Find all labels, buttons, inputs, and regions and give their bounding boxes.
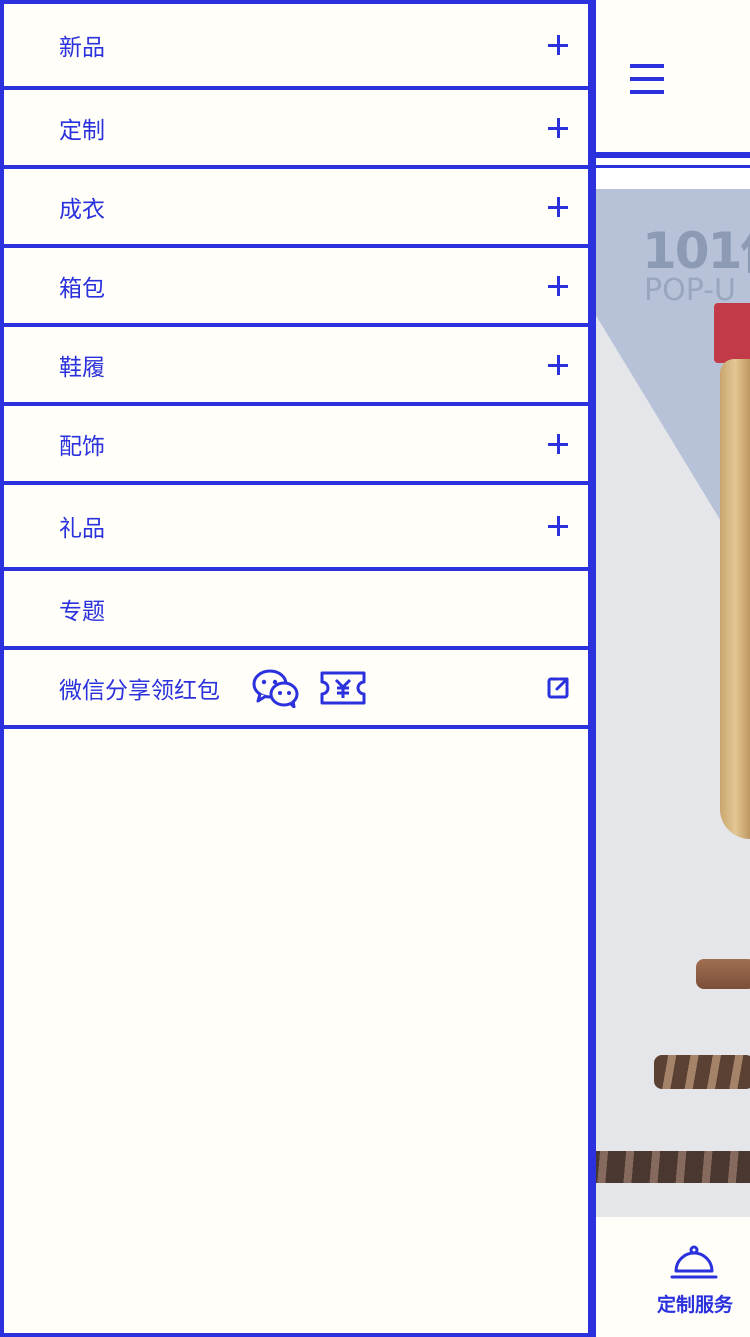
bottom-bar: 定制服务 bbox=[592, 1217, 750, 1337]
menu-item-features[interactable]: 专题 bbox=[4, 571, 588, 650]
cloche-icon bbox=[670, 1245, 718, 1279]
menu-item-label: 新品 bbox=[59, 35, 105, 61]
menu-item-label: 定制 bbox=[59, 117, 105, 144]
menu-item-accessories[interactable]: 配饰 bbox=[4, 406, 588, 485]
red-packet-icon bbox=[320, 671, 366, 704]
wechat-icon bbox=[252, 669, 299, 708]
external-link-icon[interactable] bbox=[546, 676, 570, 700]
menu-item-label: 微信分享领红包 bbox=[59, 677, 220, 704]
menu-item-label: 箱包 bbox=[59, 275, 105, 302]
share-icons bbox=[252, 668, 367, 708]
custom-service-label: 定制服务 bbox=[657, 1294, 734, 1316]
menu-item-label: 鞋履 bbox=[59, 354, 105, 381]
menu-item-bags[interactable]: 箱包 bbox=[4, 248, 588, 327]
menu-item-custom[interactable]: 定制 bbox=[4, 90, 588, 169]
menu-item-shoes[interactable]: 鞋履 bbox=[4, 327, 588, 406]
hamburger-menu-icon[interactable] bbox=[630, 64, 664, 94]
menu-item-label: 专题 bbox=[59, 598, 105, 625]
menu-item-wechat-share[interactable]: 微信分享领红包 bbox=[4, 650, 588, 729]
plus-icon[interactable] bbox=[548, 117, 568, 138]
menu-item-ready-to-wear[interactable]: 成衣 bbox=[4, 169, 588, 248]
drawer-menu-list: 新品 定制 成衣 箱包 鞋履 配饰 礼品 专题 微信分享领红包 bbox=[4, 4, 588, 729]
menu-item-label: 配饰 bbox=[59, 433, 105, 460]
top-bar bbox=[592, 0, 750, 152]
plus-icon[interactable] bbox=[548, 275, 568, 296]
plus-icon[interactable] bbox=[548, 196, 568, 217]
menu-item-label: 成衣 bbox=[59, 196, 105, 223]
plus-icon[interactable] bbox=[548, 354, 568, 375]
menu-item-gifts[interactable]: 礼品 bbox=[4, 485, 588, 571]
main-page: 101件 POP-U 定制服务 bbox=[592, 0, 750, 1337]
header-divider-thin bbox=[592, 165, 750, 168]
hero-banner[interactable]: 101件 POP-U bbox=[592, 189, 750, 1217]
plus-icon[interactable] bbox=[548, 516, 568, 536]
menu-item-new[interactable]: 新品 bbox=[4, 4, 588, 90]
header-divider bbox=[592, 152, 750, 158]
plus-icon[interactable] bbox=[548, 433, 568, 454]
side-drawer-menu: 新品 定制 成衣 箱包 鞋履 配饰 礼品 专题 微信分享领红包 bbox=[0, 0, 596, 1337]
custom-service-button[interactable]: 定制服务 bbox=[652, 1239, 742, 1329]
plus-icon[interactable] bbox=[548, 35, 568, 55]
menu-item-label: 礼品 bbox=[59, 516, 105, 542]
